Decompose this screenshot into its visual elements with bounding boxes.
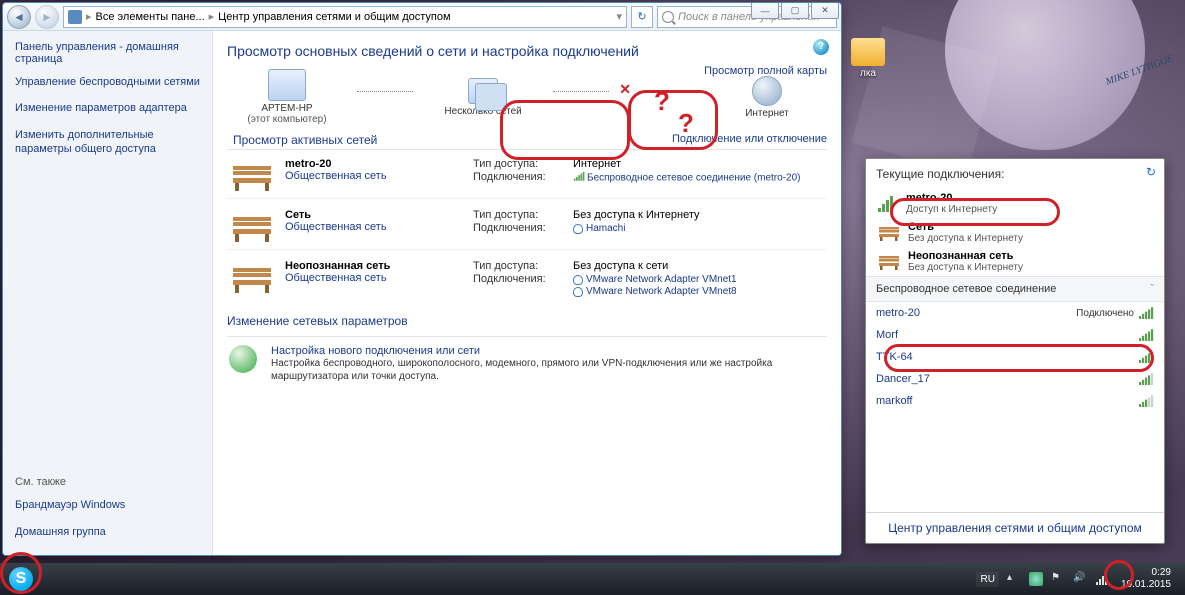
network-flyout: Текущие подключения: ↻ metro-20Доступ к … (865, 158, 1165, 544)
change-settings-heading: Изменение сетевых параметров (227, 310, 827, 332)
bench-icon (227, 209, 277, 245)
system-tray: RU ▴ ⚑ 🔊 (976, 572, 1108, 587)
globe-icon (752, 76, 782, 106)
flyout-current-connection[interactable]: СетьБез доступа к Интернету (866, 218, 1164, 247)
folder-icon (851, 38, 885, 66)
signal-bars-icon (1138, 350, 1154, 364)
page-title: Просмотр основных сведений о сети и наст… (227, 43, 827, 59)
tray-network-icon[interactable] (1095, 572, 1109, 586)
nav-back-button[interactable]: ◄ (7, 5, 31, 29)
bench-icon (876, 252, 902, 272)
sidebar-link-homegroup[interactable]: Домашняя группа (15, 525, 200, 539)
setup-new-connection[interactable]: Настройка нового подключения или сети На… (227, 341, 827, 387)
tray-shield-icon[interactable] (1029, 572, 1043, 586)
control-panel-window: — ▢ ✕ ◄ ► ▸ Все элементы пане... ▸ Центр… (2, 2, 842, 556)
flyout-current-connection[interactable]: metro-20Доступ к Интернету (866, 189, 1164, 218)
connection-link[interactable]: VMware Network Adapter VMnet1 (586, 274, 737, 285)
minimize-button[interactable]: — (751, 2, 779, 19)
signal-bars-icon (1138, 394, 1154, 408)
network-row: metro-20 Общественная сеть Тип доступа:И… (227, 154, 827, 199)
network-type-link[interactable]: Общественная сеть (285, 170, 465, 182)
flyout-refresh-button[interactable]: ↻ (1146, 165, 1156, 179)
taskbar-clock[interactable]: 0:29 10.01.2015 (1113, 567, 1179, 591)
tray-action-center-icon[interactable]: ⚑ (1051, 572, 1065, 586)
bench-icon (227, 260, 277, 296)
connect-disconnect-link[interactable]: Подключение или отключение (672, 133, 827, 145)
taskbar: S RU ▴ ⚑ 🔊 0:29 10.01.2015 (0, 563, 1185, 595)
breadcrumb-root[interactable]: Все элементы пане... (96, 11, 205, 23)
connection-link[interactable]: Беспроводное сетевое соединение (metro-2… (587, 173, 800, 184)
wifi-network-item[interactable]: Morf (866, 324, 1164, 346)
bench-icon (876, 223, 902, 243)
open-network-center-link[interactable]: Центр управления сетями и общим доступом (888, 521, 1142, 535)
connection-link[interactable]: Hamachi (586, 223, 625, 234)
active-networks-heading: Просмотр активных сетей (227, 129, 383, 151)
window-header: ◄ ► ▸ Все элементы пане... ▸ Центр управ… (3, 3, 841, 31)
signal-bars-icon (573, 171, 585, 185)
control-panel-icon (68, 10, 82, 24)
content-area: ? Просмотр основных сведений о сети и на… (213, 31, 841, 555)
map-this-computer: АРТЕМ-HP (этот компьютер) (227, 69, 347, 125)
wireless-section-label[interactable]: Беспроводное сетевое соединение ˇ (866, 276, 1164, 302)
sidebar-link-sharing[interactable]: Изменить дополнительные параметры общего… (15, 128, 200, 157)
help-icon[interactable]: ? (813, 39, 829, 55)
wifi-network-item[interactable]: Dancer_17 (866, 368, 1164, 390)
network-type-link[interactable]: Общественная сеть (285, 272, 465, 284)
tray-volume-icon[interactable]: 🔊 (1073, 572, 1087, 586)
sidebar-see-also-label: См. также (15, 476, 200, 488)
sidebar-home-link[interactable]: Панель управления - домашняя страница (15, 41, 200, 65)
wifi-network-item[interactable]: markoff (866, 390, 1164, 412)
signal-bars-icon (876, 194, 900, 214)
skype-icon: S (9, 567, 33, 591)
bench-icon (227, 158, 277, 194)
computer-icon (268, 69, 306, 101)
nav-forward-button[interactable]: ► (35, 5, 59, 29)
map-error-icon[interactable]: ✕ (619, 81, 631, 98)
close-button[interactable]: ✕ (811, 2, 839, 19)
sidebar: Панель управления - домашняя страница Уп… (3, 31, 213, 555)
signal-bars-icon (1138, 372, 1154, 386)
network-name: metro-20 (285, 158, 465, 170)
sidebar-link-firewall[interactable]: Брандмауэр Windows (15, 498, 200, 512)
adapter-icon (573, 275, 583, 285)
breadcrumb[interactable]: ▸ Все элементы пане... ▸ Центр управлени… (63, 6, 627, 28)
wifi-network-item[interactable]: metro-20 Подключено (866, 302, 1164, 324)
flyout-heading: Текущие подключения: ↻ (866, 159, 1164, 189)
breadcrumb-current[interactable]: Центр управления сетями и общим доступом (218, 11, 450, 23)
network-name: Неопознанная сеть (285, 260, 465, 272)
view-full-map-link[interactable]: Просмотр полной карты (704, 65, 827, 77)
connection-link[interactable]: VMware Network Adapter VMnet8 (586, 286, 737, 297)
networks-icon (468, 78, 498, 104)
sidebar-link-adapter[interactable]: Изменение параметров адаптера (15, 101, 200, 115)
search-icon (662, 11, 674, 23)
adapter-icon (573, 224, 583, 234)
tray-chevron-icon[interactable]: ▴ (1007, 572, 1021, 586)
signal-bars-icon (1138, 306, 1154, 320)
network-name: Сеть (285, 209, 465, 221)
refresh-button[interactable]: ↻ (631, 6, 653, 28)
network-map: АРТЕМ-HP (этот компьютер) Несколько сете… (227, 69, 827, 125)
flyout-current-connection[interactable]: Неопознанная сетьБез доступа к Интернету (866, 247, 1164, 276)
network-row: Неопознанная сеть Общественная сеть Тип … (227, 256, 827, 302)
language-indicator[interactable]: RU (976, 572, 998, 587)
maximize-button[interactable]: ▢ (781, 2, 809, 19)
network-type-link[interactable]: Общественная сеть (285, 221, 465, 233)
skype-taskbar-button[interactable]: S (6, 566, 36, 592)
map-internet: Интернет (707, 76, 827, 119)
desktop-folder[interactable]: лка (848, 38, 888, 79)
map-multi-networks: Несколько сетей (423, 78, 543, 117)
gear-icon (229, 345, 257, 373)
wifi-network-item[interactable]: TTK-64 (866, 346, 1164, 368)
network-row: Сеть Общественная сеть Тип доступа:Без д… (227, 205, 827, 250)
sidebar-link-wireless[interactable]: Управление беспроводными сетями (15, 75, 200, 89)
adapter-icon (573, 287, 583, 297)
signal-bars-icon (1138, 328, 1154, 342)
